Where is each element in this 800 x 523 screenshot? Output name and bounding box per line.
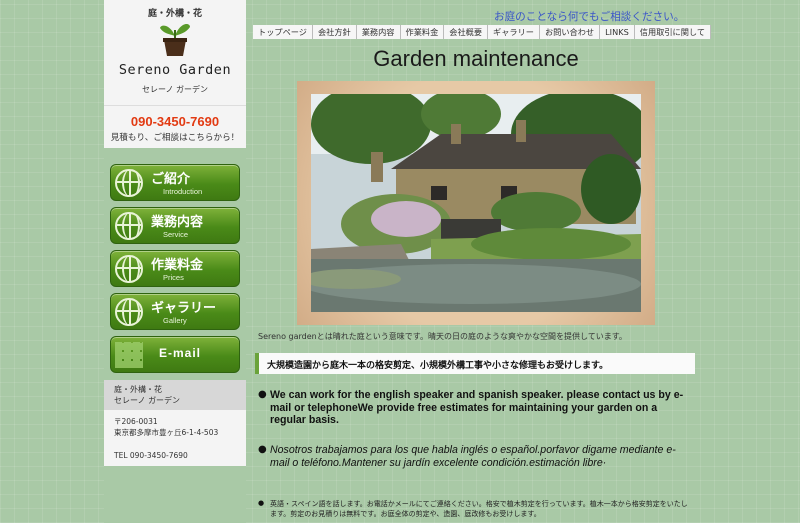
company-address-box: 〒206-0031 東京都多摩市豊ヶ丘6-1-4-503 TEL 090-345… xyxy=(104,410,246,466)
nav-label: ギャラリー xyxy=(151,301,217,316)
company-line2: セレーノ ガーデン xyxy=(114,396,181,405)
photo-caption: Sereno gardenとは晴れた庭という意味です。晴天の日の庭のような爽やか… xyxy=(258,332,627,341)
nav-label: 業務内容 xyxy=(151,215,204,230)
spanish-text: Nosotros trabajamos para los que habla i… xyxy=(270,444,676,469)
nav-label: 作業料金 xyxy=(151,258,204,273)
nav-introduction-button[interactable]: ご紹介 Introduction xyxy=(110,164,240,201)
company-name-box: 庭・外構・花 セレーノ ガーデン xyxy=(104,380,246,410)
nav-label: E-mail xyxy=(159,346,202,360)
topnav-item-contact[interactable]: お問い合わせ xyxy=(540,25,601,39)
nav-sub-label: Introduction xyxy=(163,187,203,196)
nav-prices-button[interactable]: 作業料金 Prices xyxy=(110,250,240,287)
topnav-item-company[interactable]: 会社概要 xyxy=(444,25,489,39)
phone-note: 見積もり、ご相談はこちらから！ xyxy=(110,133,240,143)
topnav-item-policy[interactable]: 会社方針 xyxy=(313,25,357,39)
garden-photo-frame xyxy=(297,81,655,325)
nav-gallery-button[interactable]: ギャラリー Gallery xyxy=(110,293,240,330)
nav-sub-label: Prices xyxy=(163,273,184,282)
globe-icon xyxy=(115,298,143,326)
phone-box: 090-3450-7690 見積もり、ご相談はこちらから！ xyxy=(104,106,246,148)
english-text: We can work for the english speaker and … xyxy=(270,389,684,426)
mail-grid-icon xyxy=(115,342,143,368)
plant-pot-icon xyxy=(160,23,190,56)
japanese-footnote: 英語・スペイン語を話します。お電話かメールにてご連絡ください。格安で植木剪定を行… xyxy=(270,500,688,518)
nav-service-button[interactable]: 業務内容 Service xyxy=(110,207,240,244)
logo[interactable]: 庭・外構・花 Sereno Garden セレーノ ガーデン xyxy=(104,0,246,106)
company-tel: TEL 090-3450-7690 xyxy=(114,451,188,460)
notice-bar: 大規模造園から庭木一本の格安剪定、小規模外構工事や小さな修理もお受けします。 xyxy=(255,353,695,374)
nav-email-button[interactable]: E-mail xyxy=(110,336,240,373)
topnav-item-prices[interactable]: 作業料金 xyxy=(401,25,445,39)
globe-icon xyxy=(115,212,143,240)
company-address: 東京都多摩市豊ヶ丘6-1-4-503 xyxy=(114,428,219,437)
topnav-item-gallery[interactable]: ギャラリー xyxy=(488,25,540,39)
header-tagline: お庭のことなら何でもご相談ください。 xyxy=(494,11,685,23)
top-nav: トップページ 会社方針 業務内容 作業料金 会社概要 ギャラリー お問い合わせ … xyxy=(253,25,712,39)
globe-icon xyxy=(115,169,143,197)
company-line1: 庭・外構・花 xyxy=(114,385,162,394)
nav-sub-label: Service xyxy=(163,230,189,239)
phone-number[interactable]: 090-3450-7690 xyxy=(104,114,246,129)
company-postal: 〒206-0031 xyxy=(114,417,158,426)
topnav-item-top[interactable]: トップページ xyxy=(253,25,313,39)
bullet-icon: ● xyxy=(258,444,267,455)
sidebar: 庭・外構・花 Sereno Garden セレーノ ガーデン 090-3450-… xyxy=(104,0,246,523)
logo-kana: セレーノ ガーデン xyxy=(141,85,209,94)
page-title: Garden maintenance xyxy=(373,46,579,71)
topnav-item-service[interactable]: 業務内容 xyxy=(357,25,401,39)
logo-name: Sereno Garden xyxy=(118,62,232,78)
garden-cottage-photo xyxy=(311,94,641,312)
nav-sub-label: Gallery xyxy=(163,316,187,325)
topnav-item-credit[interactable]: 信用取引に関して xyxy=(635,25,712,39)
globe-icon xyxy=(115,255,143,283)
topnav-item-links[interactable]: LINKS xyxy=(600,25,635,39)
bullet-icon: ● xyxy=(258,389,267,400)
notice-text: 大規模造園から庭木一本の格安剪定、小規模外構工事や小さな修理もお受けします。 xyxy=(267,361,609,371)
bullet-icon: ● xyxy=(258,499,265,507)
nav-label: ご紹介 xyxy=(151,172,191,187)
